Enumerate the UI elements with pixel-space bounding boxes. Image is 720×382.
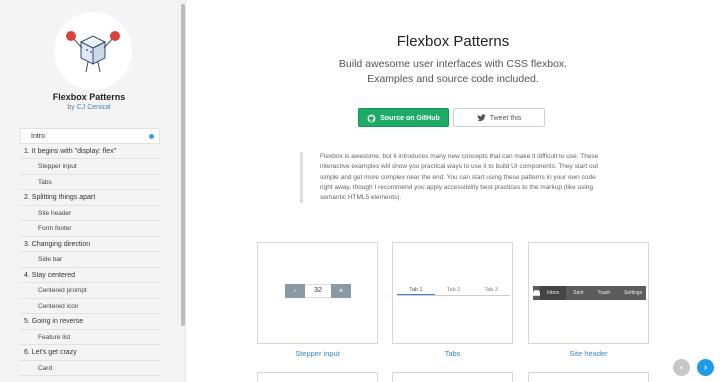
twitter-bird-icon (477, 114, 486, 122)
stepper-preview: - 32 + (285, 284, 351, 298)
author-prefix: by (67, 104, 77, 111)
main-content: Flexbox Patterns Build awesome user inte… (186, 0, 720, 382)
tab-preview-2: Tab 2 (446, 287, 461, 293)
nav-item-stepper-input[interactable]: Stepper input (20, 159, 160, 175)
nav-section-get-crazy[interactable]: 6. Let's get crazy (20, 345, 160, 361)
example-card-site-header[interactable]: Inbox Sent Trash Settings (528, 242, 649, 344)
stepper-decrement-button: - (285, 284, 305, 298)
github-icon (367, 114, 376, 123)
next-page-button[interactable]: › (697, 359, 714, 376)
nav-item-form-footer[interactable]: Form footer (20, 221, 160, 237)
page-subtitle: Build awesome user interfaces with CSS f… (338, 58, 568, 85)
example-card-row2-3[interactable] (528, 372, 649, 382)
logo-cube-boxer (54, 12, 132, 90)
nav-item-side-bar[interactable]: Side bar (20, 252, 160, 268)
nav-section-splitting[interactable]: 2. Splitting things apart (20, 190, 160, 206)
example-card-tabs[interactable]: Tab 1 Tab 2 Tab 3 (392, 242, 513, 344)
nav-item-site-header[interactable]: Site header (20, 206, 160, 221)
nav-item-feature-list[interactable]: Feature list (20, 330, 160, 345)
inbox-tray-icon (533, 286, 540, 300)
example-card-stepper-input[interactable]: - 32 + (257, 242, 378, 344)
example-card-row2-2[interactable] (392, 372, 513, 382)
tabs-preview: Tab 1 Tab 2 Tab 3 (397, 286, 510, 296)
site-title: Flexbox Patterns (52, 92, 126, 102)
tab-preview-3: Tab 3 (484, 287, 498, 293)
tweet-this-button[interactable]: Tweet this (453, 108, 545, 127)
nav-item-centered-icon[interactable]: Centered icon (20, 299, 160, 314)
stepper-value: 32 (305, 284, 331, 298)
nav-item-label: Intro (31, 133, 46, 140)
site-header-nav-inbox: Inbox (540, 286, 567, 300)
sidebar-scrollbar[interactable] (181, 4, 185, 326)
sidebar-nav: Intro 1. It begins with "display: flex" … (20, 128, 160, 376)
site-header-preview: Inbox Sent Trash Settings (533, 286, 646, 300)
stepper-increment-button: + (331, 284, 351, 298)
nav-section-display-flex[interactable]: 1. It begins with "display: flex" (20, 144, 160, 159)
nav-section-going-reverse[interactable]: 5. Going in reverse (20, 314, 160, 330)
previous-page-button[interactable]: ‹ (673, 359, 690, 376)
site-header-nav-trash: Trash (597, 290, 611, 296)
active-indicator-dot (149, 134, 154, 139)
site-author: by CJ Cenizal (0, 104, 178, 111)
site-header-nav-settings: Settings (624, 290, 643, 296)
card-link-stepper-input[interactable]: Stepper input (257, 349, 378, 358)
nav-item-card[interactable]: Card (20, 361, 160, 376)
github-button-label: Source on GitHub (380, 115, 440, 122)
tweet-button-label: Tweet this (489, 115, 522, 122)
source-on-github-button[interactable]: Source on GitHub (358, 108, 449, 127)
nav-section-stay-centered[interactable]: 4. Stay centered (20, 268, 160, 283)
nav-item-intro[interactable]: Intro (20, 128, 160, 144)
sidebar: Flexbox Patterns by CJ Cenizal Intro 1. … (0, 0, 186, 382)
card-link-site-header[interactable]: Site header (528, 349, 649, 358)
example-card-row2-1[interactable] (257, 372, 378, 382)
intro-blockquote: Flexbox is awesome, but it introduces ma… (300, 152, 600, 204)
site-header-nav-sent: Sent (573, 290, 584, 296)
page-title: Flexbox Patterns (396, 33, 510, 50)
tab-preview-1: Tab 1 (397, 286, 435, 295)
nav-item-tabs[interactable]: Tabs (20, 175, 160, 190)
nav-section-changing-direction[interactable]: 3. Changing direction (20, 237, 160, 252)
nav-item-centered-prompt[interactable]: Centered prompt (20, 283, 160, 299)
card-link-tabs[interactable]: Tabs (392, 349, 513, 358)
author-link[interactable]: CJ Cenizal (77, 104, 111, 111)
